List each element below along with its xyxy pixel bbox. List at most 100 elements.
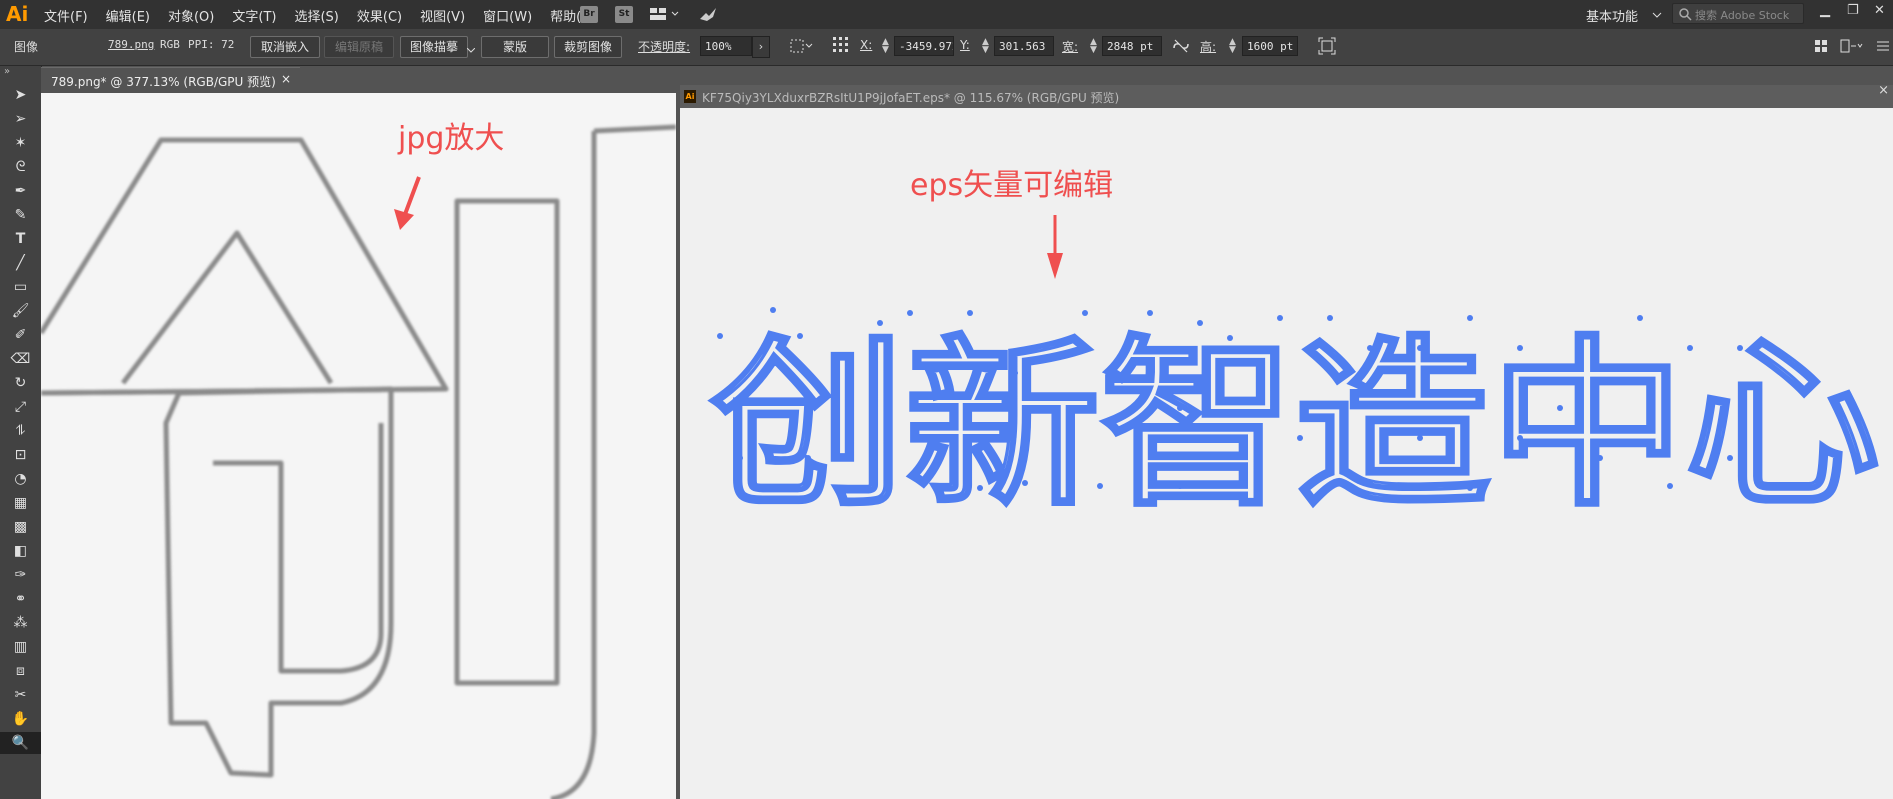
ai-file-icon: Ai bbox=[684, 90, 696, 103]
opacity-input[interactable]: 100% bbox=[700, 36, 752, 56]
object-type-label: 图像 bbox=[14, 40, 39, 54]
reference-point-icon[interactable] bbox=[832, 36, 850, 57]
paintbrush-tool-icon[interactable]: 🖌 bbox=[0, 300, 41, 322]
mask-button[interactable]: 蒙版 bbox=[481, 36, 549, 58]
isolate-icon[interactable] bbox=[1318, 37, 1336, 58]
magic-wand-tool-icon[interactable]: ✶ bbox=[0, 132, 41, 154]
y-input[interactable]: 301.563 p bbox=[994, 36, 1054, 56]
menu-type[interactable]: 文字(T) bbox=[232, 6, 276, 25]
unembed-button[interactable]: 取消嵌入 bbox=[250, 36, 320, 58]
jpg-zoom-annotation: jpg放大 bbox=[398, 121, 505, 156]
x-input[interactable]: -3459.972 bbox=[894, 36, 954, 56]
height-input[interactable]: 1600 pt bbox=[1242, 36, 1298, 56]
tab-789-png[interactable]: 789.png* @ 377.13% (RGB/GPU 预览) × bbox=[41, 67, 300, 94]
raster-character-artwork bbox=[41, 124, 676, 799]
hand-tool-icon[interactable]: ✋ bbox=[0, 708, 41, 730]
search-placeholder: 搜索 Adobe Stock bbox=[1695, 9, 1790, 22]
lasso-tool-icon[interactable]: ᘓ bbox=[0, 156, 41, 178]
app-logo: Ai bbox=[6, 2, 29, 26]
height-label: 高: bbox=[1200, 40, 1217, 54]
x-stepper[interactable]: ▲ ▼ bbox=[882, 38, 889, 55]
menu-bar: Ai 文件(F) 编辑(E) 对象(O) 文字(T) 选择(S) 效果(C) 视… bbox=[0, 0, 1893, 29]
column-graph-tool-icon[interactable]: ▥ bbox=[0, 636, 41, 658]
chevron-down-icon[interactable] bbox=[1652, 8, 1662, 22]
eraser-tool-icon[interactable]: ⌫ bbox=[0, 348, 41, 370]
collapse-panel-icon[interactable]: » bbox=[4, 66, 10, 77]
shaper-tool-icon[interactable]: ✐ bbox=[0, 324, 41, 346]
document-title: KF75Qiy3YLXduxrBZRsItU1P9jJofaET.eps* @ … bbox=[702, 91, 1120, 105]
tools-panel: » ➤ ➢ ✶ ᘓ ✒ ✎ T ╱ ▭ 🖌 ✐ ⌫ ↻ ⤢ ⥮ ⊡ ◔ ▦ ▩ … bbox=[0, 66, 42, 799]
eps-document-titlebar[interactable]: Ai KF75Qiy3YLXduxrBZRsItU1P9jJofaET.eps*… bbox=[680, 83, 1893, 108]
transform-selection-icon[interactable] bbox=[790, 38, 814, 57]
stock-button[interactable]: St bbox=[615, 6, 633, 23]
chevron-right-icon[interactable]: › bbox=[752, 36, 770, 58]
blend-tool-icon[interactable]: ⚭ bbox=[0, 588, 41, 610]
eyedropper-tool-icon[interactable]: ✑ bbox=[0, 564, 41, 586]
artboard-tool-icon[interactable]: ⧈ bbox=[0, 660, 41, 682]
restore-button[interactable]: ❐ bbox=[1847, 3, 1859, 18]
zoom-tool-icon[interactable]: 🔍 bbox=[0, 732, 41, 754]
y-label: Y: bbox=[960, 38, 970, 52]
selection-tool-icon[interactable]: ➤ bbox=[0, 84, 41, 106]
raster-document-canvas[interactable]: jpg放大 bbox=[41, 93, 676, 799]
width-tool-icon[interactable]: ⥮ bbox=[0, 420, 41, 442]
menu-view[interactable]: 视图(V) bbox=[420, 6, 465, 25]
scale-tool-icon[interactable]: ⤢ bbox=[0, 396, 41, 418]
close-tab-button[interactable]: × bbox=[281, 72, 291, 86]
control-bar: 图像 789.png RGB PPI: 72 取消嵌入 编辑原稿 图像描摹 蒙版… bbox=[0, 29, 1893, 66]
y-stepper[interactable]: ▲ ▼ bbox=[982, 38, 989, 55]
stock-search-input[interactable]: 搜索 Adobe Stock bbox=[1672, 3, 1804, 24]
gradient-tool-icon[interactable]: ◧ bbox=[0, 540, 41, 562]
gpu-performance-icon[interactable] bbox=[698, 5, 718, 26]
arrange-documents-icon[interactable] bbox=[650, 7, 680, 24]
shape-builder-tool-icon[interactable]: ◔ bbox=[0, 468, 41, 490]
image-trace-button[interactable]: 图像描摹 bbox=[400, 36, 468, 58]
width-input[interactable]: 2848 pt bbox=[1102, 36, 1162, 56]
annotation-arrow-left bbox=[394, 176, 421, 230]
vector-text-artwork: 创新智造中心 bbox=[709, 307, 1882, 533]
vector-document-canvas[interactable]: eps矢量可编辑 创新智造中心 bbox=[680, 108, 1893, 799]
workspace-switcher[interactable]: 基本功能 bbox=[1586, 6, 1638, 25]
slice-tool-icon[interactable]: ✂ bbox=[0, 684, 41, 706]
menu-effect[interactable]: 效果(C) bbox=[357, 6, 402, 25]
tab-label: 789.png* @ 377.13% (RGB/GPU 预览) bbox=[51, 75, 276, 89]
chevron-down-icon[interactable] bbox=[466, 43, 476, 57]
perspective-grid-tool-icon[interactable]: ▦ bbox=[0, 492, 41, 514]
free-transform-tool-icon[interactable]: ⊡ bbox=[0, 444, 41, 466]
type-tool-icon[interactable]: T bbox=[0, 228, 41, 250]
menu-window[interactable]: 窗口(W) bbox=[483, 6, 532, 25]
close-window-button[interactable]: ✕ bbox=[1874, 3, 1885, 18]
close-document-button[interactable]: × bbox=[1878, 83, 1889, 98]
mesh-tool-icon[interactable]: ▩ bbox=[0, 516, 41, 538]
line-segment-tool-icon[interactable]: ╱ bbox=[0, 252, 41, 274]
bridge-button[interactable]: Br bbox=[580, 6, 598, 23]
pen-tool-icon[interactable]: ✒ bbox=[0, 180, 41, 202]
linked-filename[interactable]: 789.png bbox=[108, 38, 154, 51]
panel-menu-icon[interactable] bbox=[1876, 39, 1890, 56]
curvature-tool-icon[interactable]: ✎ bbox=[0, 204, 41, 226]
ppi-value: PPI: 72 bbox=[188, 38, 235, 51]
opacity-label[interactable]: 不透明度: bbox=[638, 38, 690, 55]
width-label: 宽: bbox=[1062, 40, 1079, 54]
menu-select[interactable]: 选择(S) bbox=[294, 6, 338, 25]
color-mode: RGB bbox=[160, 38, 180, 51]
main-menu: 文件(F) 编辑(E) 对象(O) 文字(T) 选择(S) 效果(C) 视图(V… bbox=[44, 6, 614, 25]
align-icon[interactable] bbox=[1814, 39, 1828, 56]
minimize-button[interactable]: ▁ bbox=[1820, 3, 1830, 18]
symbol-sprayer-tool-icon[interactable]: ⁂ bbox=[0, 612, 41, 634]
menu-object[interactable]: 对象(O) bbox=[168, 6, 214, 25]
rectangle-tool-icon[interactable]: ▭ bbox=[0, 276, 41, 298]
outlined-text: 创新智造中心 bbox=[710, 319, 1880, 531]
document-setup-icon[interactable] bbox=[1840, 39, 1864, 56]
width-stepper[interactable]: ▲ ▼ bbox=[1090, 38, 1097, 55]
crop-image-button[interactable]: 裁剪图像 bbox=[554, 36, 622, 58]
menu-file[interactable]: 文件(F) bbox=[44, 6, 88, 25]
edit-original-button[interactable]: 编辑原稿 bbox=[324, 36, 394, 58]
link-icon[interactable] bbox=[1172, 38, 1190, 57]
search-icon bbox=[1679, 8, 1692, 21]
x-label: X: bbox=[860, 38, 873, 52]
rotate-tool-icon[interactable]: ↻ bbox=[0, 372, 41, 394]
direct-selection-tool-icon[interactable]: ➢ bbox=[0, 108, 41, 130]
height-stepper[interactable]: ▲ ▼ bbox=[1229, 38, 1236, 55]
menu-edit[interactable]: 编辑(E) bbox=[106, 6, 150, 25]
